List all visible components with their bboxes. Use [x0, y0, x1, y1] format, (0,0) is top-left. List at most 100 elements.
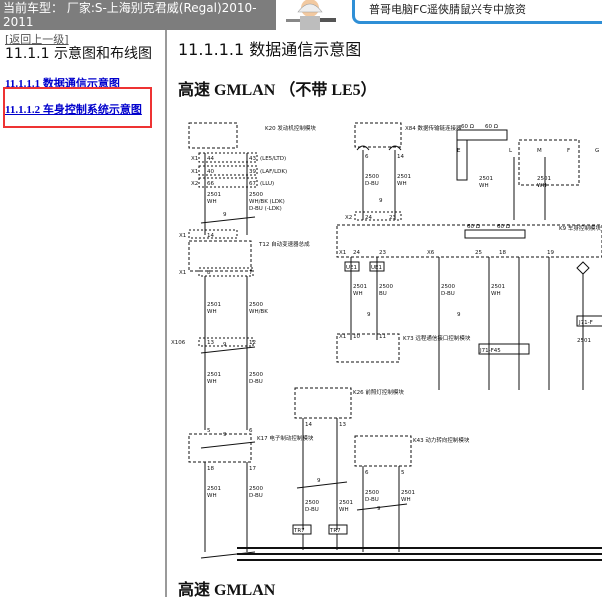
twist-label: 9 [317, 478, 321, 484]
pin-label: 18 [207, 466, 214, 472]
pin-label: 19 [547, 250, 554, 256]
wire-color: WH [491, 291, 501, 297]
wire-label: 2501 [339, 500, 353, 506]
x84-connector-box [354, 122, 402, 148]
wire-label: 2500 [441, 284, 455, 290]
wire-label: 2501 [207, 192, 221, 198]
wire-color: WH [339, 507, 349, 513]
pin-label: 17 [249, 466, 256, 472]
pin-label: 24 [353, 250, 360, 256]
pin-row-3-left: 66 [207, 181, 214, 187]
k20-module-box [188, 122, 238, 149]
resistor-value: 60 Ω [461, 124, 474, 130]
pin-label: 11 [379, 334, 386, 340]
resistor-value: 60 Ω [497, 224, 510, 230]
resistor-value: 60 Ω [485, 124, 498, 130]
pin-label: 14 [397, 154, 404, 160]
nav-link-data-communication[interactable]: 11.1.1.1 数据通信示意图 [5, 75, 120, 91]
section-heading: 11.1.1 示意图和布线图 [5, 46, 152, 62]
wire-color: D-BU (-LDK) [249, 206, 282, 212]
twist-label: 9 [223, 432, 227, 438]
pin-label: G [595, 148, 599, 154]
pin-row-1-right: 43 [249, 156, 256, 162]
app-header: 当前车型： 厂家:S-上海别克君威(Regal)2010-2011 普哥电脑FC… [0, 0, 602, 30]
pin-label: 12 [249, 340, 256, 346]
inline-connector-label: J71-F [578, 320, 593, 326]
pin-label: 6 [249, 428, 253, 434]
wire-label: 2500 [305, 500, 319, 506]
pin-label: 18 [499, 250, 506, 256]
pin-row-2-left: 40 [207, 169, 214, 175]
wire-label: 2501 [207, 486, 221, 492]
wire-color: BU [379, 291, 387, 297]
content-pane: 11.1.1.1 数据通信示意图 高速 GMLAN （不带 LE5） K20 发… [167, 30, 602, 597]
wire-label: 2500 [379, 284, 393, 290]
k73-label: K73 远程通信接口控制模块 [403, 334, 471, 342]
wire-color: D-BU [249, 379, 263, 385]
t12-module-box [188, 240, 252, 272]
connector-label: X1 [179, 270, 186, 276]
k43-module-box [354, 435, 412, 467]
twist-label: 9 [377, 506, 381, 512]
t12-label: T12 自动变速器总成 [258, 240, 310, 248]
connector-label: X106 [171, 340, 186, 346]
pin-label: E [457, 148, 461, 154]
wire-label: 2501 [479, 176, 493, 182]
wire-label: 2500 [365, 490, 379, 496]
wire-color: D-BU [305, 507, 319, 513]
pin-label: 6 [365, 154, 369, 160]
connector-label: X2 [345, 215, 352, 221]
diagram-heading-2: 高速 GMLAN [178, 582, 276, 597]
nav-link-body-control[interactable]: 11.1.1.2 车身控制系统示意图 [5, 101, 142, 117]
twist-label: 9 [223, 212, 227, 218]
wire-color: D-BU [365, 497, 379, 503]
k9-label: K9 车身控制模块 [559, 224, 601, 232]
connector-label: X1 [339, 250, 346, 256]
diagram-heading: 高速 GMLAN （不带 LE5） [178, 82, 377, 99]
wire-label: 2500 [249, 192, 263, 198]
wire-label: 2500 [249, 486, 263, 492]
wire-label: 2501 [577, 338, 591, 344]
banner-text: 普哥电脑FC遥俠腈鼠兴专中旅资 [369, 3, 527, 16]
pin-row-2-connector: X1 [191, 169, 198, 175]
splice-label: UE1 [371, 265, 382, 271]
pin-label: 13 [339, 422, 346, 428]
wire-label: 2501 [401, 490, 415, 496]
k73-module-box [336, 333, 400, 363]
wire-color: D-BU [249, 493, 263, 499]
pin-label: 24 [365, 215, 372, 221]
wire-color: WH [207, 199, 217, 205]
pin-label: 14 [305, 422, 312, 428]
wire-label: 2501 [397, 174, 411, 180]
wire-color: WH [401, 497, 411, 503]
pin-label: 10 [353, 334, 360, 340]
wire-color: WH/BK (LDK) [249, 199, 285, 205]
k17-label: K17 电子制动控制模块 [257, 434, 314, 442]
connector-label: X1 [339, 334, 346, 340]
wire-color: WH [353, 291, 363, 297]
connector-label: X6 [427, 250, 435, 256]
wire-color: WH [537, 183, 547, 189]
twist-label: 9 [457, 312, 461, 318]
inline-connector-label: J71-F45 [479, 348, 501, 354]
pin-label: F [567, 148, 570, 154]
wire-label: 2500 [249, 302, 263, 308]
wire-color: D-BU [365, 181, 379, 187]
pin-label: 25 [475, 250, 482, 256]
wire-label: 2500 [365, 174, 379, 180]
k26-module-box [294, 387, 352, 419]
k43-label: K43 动力转向控制模块 [413, 436, 470, 444]
pin-label: 5 [401, 470, 405, 476]
twist-label: 9 [367, 312, 371, 318]
pin-label: 5 [207, 428, 211, 434]
pin-label: 13 [207, 340, 214, 346]
wire-label: 2501 [353, 284, 367, 290]
pin-row-2-right: 39 [249, 169, 256, 175]
pin-row-1-left: 44 [207, 156, 214, 162]
x84-label: X84 数据传输链连接器 [405, 124, 462, 132]
wire-color: WH [207, 493, 217, 499]
pin-row-1-note: (LE5/LTD) [260, 156, 286, 162]
wire-label: 2501 [207, 302, 221, 308]
wire-label: 2501 [537, 176, 551, 182]
wire-color: WH [479, 183, 489, 189]
